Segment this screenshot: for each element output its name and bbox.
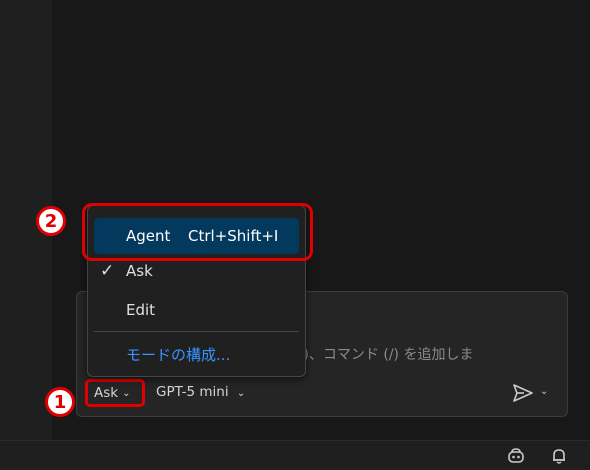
annotation-badge-2: 2 [36, 206, 66, 236]
checkmark-icon: ✓ [100, 261, 115, 281]
menu-item-label: Edit [126, 301, 156, 319]
chat-input-placeholder[interactable]: (@)、コマンド (/) を追加しま [284, 344, 562, 364]
model-picker-label: GPT-5 mini [156, 384, 229, 400]
menu-separator [94, 331, 299, 332]
model-picker-button[interactable]: GPT-5 mini ⌄ [156, 384, 245, 400]
menu-item-label: モードの構成... [126, 345, 231, 364]
chevron-down-icon: ⌄ [236, 388, 246, 399]
copilot-icon[interactable] [505, 445, 527, 467]
bell-icon[interactable] [548, 445, 570, 467]
mode-picker-label: Ask [94, 385, 119, 401]
annotation-badge-1: 1 [45, 387, 75, 417]
menu-item-label: Ask [126, 262, 153, 280]
mode-picker-button[interactable]: Ask ⌄ [85, 379, 145, 407]
menu-item-configure-modes[interactable]: モードの構成... [88, 336, 305, 372]
menu-item-edit[interactable]: Edit [88, 292, 305, 328]
send-options-chevron-icon[interactable]: ⌄ [540, 386, 548, 397]
annotation-highlight-agent [82, 203, 313, 261]
status-bar [0, 440, 590, 470]
chevron-down-icon: ⌄ [122, 387, 131, 399]
send-icon[interactable] [512, 383, 534, 403]
